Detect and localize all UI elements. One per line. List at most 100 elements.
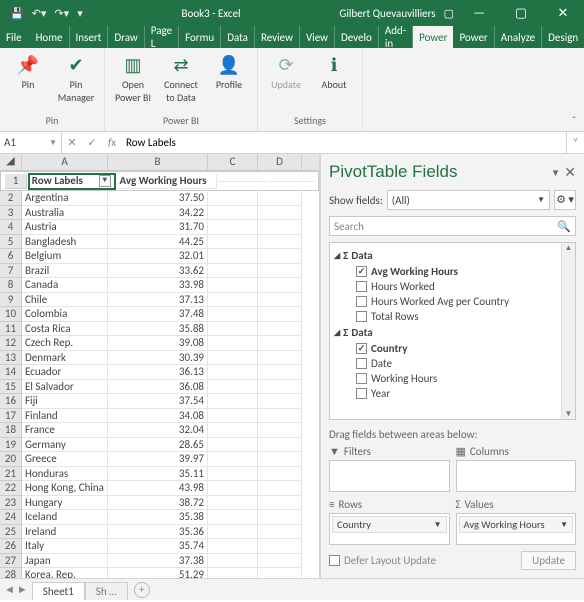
- qat-more-icon[interactable]: ▾: [77, 7, 83, 20]
- cell[interactable]: [208, 496, 258, 511]
- row-header[interactable]: 23: [0, 496, 22, 511]
- cell[interactable]: [218, 181, 268, 182]
- cell[interactable]: Hong Kong, China: [22, 481, 108, 496]
- area-field-item[interactable]: Country▼: [332, 516, 447, 533]
- field-checkbox[interactable]: [356, 358, 367, 369]
- select-all-corner[interactable]: ◢: [0, 154, 22, 170]
- ribbon-tab[interactable]: Add-in: [379, 26, 413, 48]
- cell[interactable]: Belgium: [22, 249, 108, 264]
- cell[interactable]: 38.72: [108, 496, 208, 511]
- cell[interactable]: 32.01: [108, 249, 208, 264]
- ribbon-tab[interactable]: Develo: [335, 26, 379, 48]
- cell[interactable]: [258, 539, 302, 554]
- cell[interactable]: [208, 394, 258, 409]
- row-header[interactable]: 14: [0, 365, 22, 380]
- row-header[interactable]: 13: [0, 351, 22, 366]
- cell[interactable]: [258, 191, 302, 206]
- row-header[interactable]: 5: [0, 235, 22, 250]
- close-button[interactable]: ✕: [546, 6, 580, 21]
- row-header[interactable]: 17: [0, 409, 22, 424]
- cell[interactable]: 37.38: [108, 554, 208, 569]
- cell[interactable]: [258, 438, 302, 453]
- pane-options-button[interactable]: ⚙ ▾: [554, 190, 576, 210]
- cell[interactable]: [208, 510, 258, 525]
- cell[interactable]: [258, 293, 302, 308]
- row-header[interactable]: 25: [0, 525, 22, 540]
- field-item[interactable]: Working Hours: [334, 371, 571, 386]
- cell[interactable]: 33.62: [108, 264, 208, 279]
- cell[interactable]: [208, 264, 258, 279]
- pane-menu-icon[interactable]: ▾: [553, 166, 559, 179]
- ribbon-tab[interactable]: Home: [30, 26, 70, 48]
- formula-input[interactable]: [122, 136, 566, 149]
- cell[interactable]: [258, 351, 302, 366]
- cell[interactable]: Japan: [22, 554, 108, 569]
- row-header[interactable]: 11: [0, 322, 22, 337]
- cell[interactable]: France: [22, 423, 108, 438]
- cell[interactable]: [258, 510, 302, 525]
- cell[interactable]: 35.36: [108, 525, 208, 540]
- ribbon-tab[interactable]: View: [300, 26, 335, 48]
- row-header[interactable]: 15: [0, 380, 22, 395]
- field-checkbox[interactable]: [356, 388, 367, 399]
- row-header[interactable]: 2: [0, 191, 22, 206]
- cell[interactable]: Italy: [22, 539, 108, 554]
- cell[interactable]: [258, 568, 302, 578]
- pane-close-icon[interactable]: ✕: [564, 164, 576, 181]
- ribbon-tab[interactable]: File: [0, 26, 30, 48]
- cell[interactable]: [258, 322, 302, 337]
- field-list[interactable]: ◢ΣData✓Avg Working HoursHours WorkedHour…: [329, 242, 576, 420]
- sheet-tab[interactable]: Sh …: [85, 582, 128, 600]
- cell[interactable]: [208, 191, 258, 206]
- cell[interactable]: 31.70: [108, 220, 208, 235]
- cell[interactable]: Fiji: [22, 394, 108, 409]
- cell[interactable]: 39.08: [108, 336, 208, 351]
- cell[interactable]: [208, 452, 258, 467]
- cell[interactable]: [258, 394, 302, 409]
- ribbon-button[interactable]: ✔PinManager: [54, 52, 98, 114]
- row-header[interactable]: 18: [0, 423, 22, 438]
- cell[interactable]: Row Labels▾: [29, 174, 115, 189]
- row-header[interactable]: 24: [0, 510, 22, 525]
- cell[interactable]: [208, 293, 258, 308]
- fx-icon[interactable]: fx: [102, 136, 122, 149]
- cell[interactable]: [208, 351, 258, 366]
- cell[interactable]: [208, 249, 258, 264]
- cell[interactable]: [208, 554, 258, 569]
- cell[interactable]: [208, 380, 258, 395]
- minimize-button[interactable]: —: [462, 6, 496, 21]
- field-checkbox[interactable]: [356, 311, 367, 322]
- redo-icon[interactable]: ↷▾: [54, 7, 69, 20]
- ribbon-tab[interactable]: Power: [413, 26, 453, 48]
- show-fields-select[interactable]: (All) ▼: [387, 190, 550, 210]
- row-header[interactable]: 7: [0, 264, 22, 279]
- row-header[interactable]: 21: [0, 467, 22, 482]
- ribbon-button[interactable]: ▥OpenPower BI: [111, 52, 155, 114]
- row-header[interactable]: 27: [0, 554, 22, 569]
- col-header[interactable]: A: [22, 154, 108, 170]
- cell[interactable]: Korea, Rep.: [22, 568, 108, 578]
- area-rows[interactable]: Country▼: [329, 513, 450, 545]
- ribbon-button[interactable]: ℹAbout: [312, 52, 356, 114]
- cell[interactable]: [258, 336, 302, 351]
- cell[interactable]: Bangladesh: [22, 235, 108, 250]
- row-header[interactable]: 9: [0, 293, 22, 308]
- field-item[interactable]: Total Rows: [334, 309, 571, 324]
- cell[interactable]: [258, 264, 302, 279]
- cell[interactable]: Finland: [22, 409, 108, 424]
- cell[interactable]: [258, 554, 302, 569]
- chevron-down-icon[interactable]: ▼: [560, 520, 568, 530]
- field-checkbox[interactable]: ✓: [356, 343, 367, 354]
- cell[interactable]: 37.48: [108, 307, 208, 322]
- cell[interactable]: [208, 365, 258, 380]
- ribbon-tab[interactable]: Analyze: [495, 26, 542, 48]
- cell[interactable]: 35.11: [108, 467, 208, 482]
- cell[interactable]: [258, 409, 302, 424]
- field-item[interactable]: ✓Country: [334, 341, 571, 356]
- cell[interactable]: [208, 467, 258, 482]
- cell[interactable]: [258, 525, 302, 540]
- defer-update-checkbox[interactable]: [329, 555, 340, 566]
- cell[interactable]: 44.25: [108, 235, 208, 250]
- ribbon-button[interactable]: 📌Pin: [6, 52, 50, 114]
- row-header[interactable]: 4: [0, 220, 22, 235]
